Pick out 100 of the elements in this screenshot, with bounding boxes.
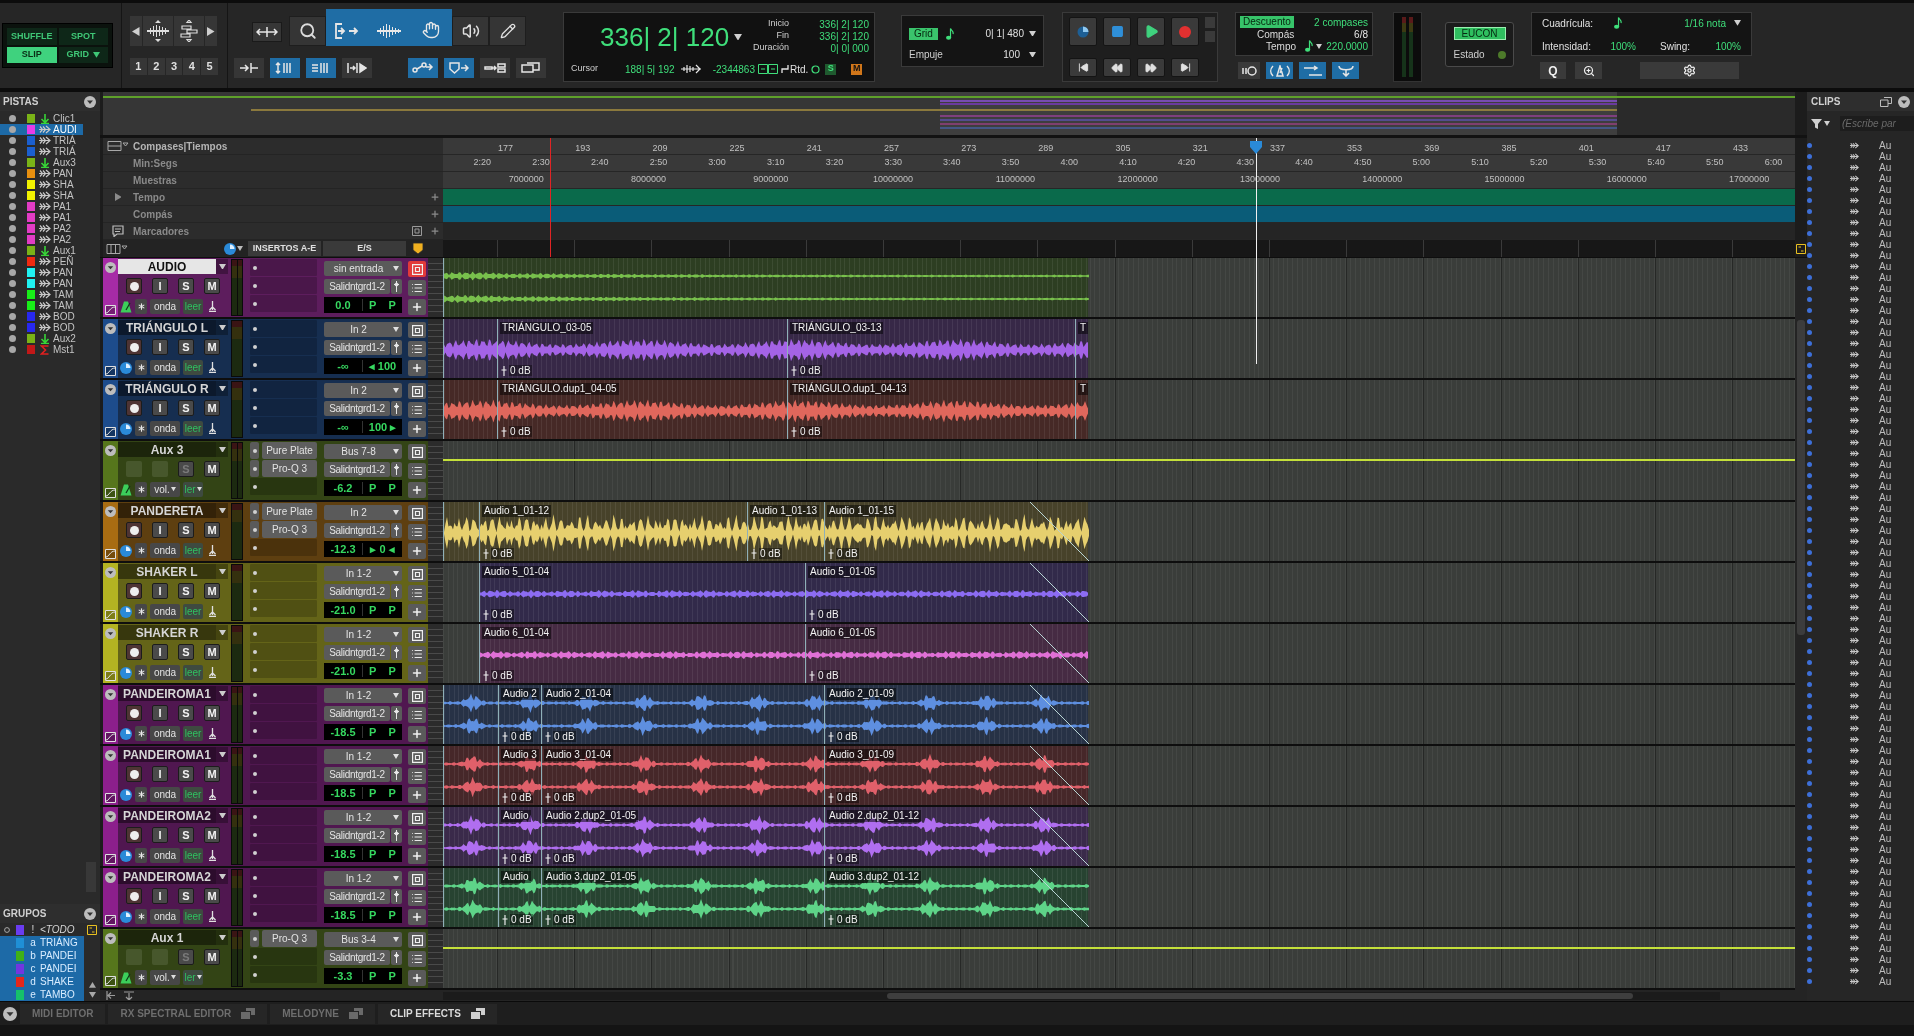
tempo-toggle-button[interactable] <box>1299 62 1326 79</box>
clip-region[interactable]: Audio 2_01-09 0 dB <box>824 685 1088 744</box>
pan-fader-button[interactable] <box>391 340 402 355</box>
return-to-start-button[interactable] <box>1069 58 1097 77</box>
track-menu-button[interactable] <box>216 503 228 518</box>
track-toggle-button[interactable]: M <box>204 400 220 416</box>
input-selector[interactable]: In 1-2 <box>324 566 402 581</box>
view-selector[interactable]: onda <box>150 543 180 558</box>
insert-bypass-button[interactable] <box>250 442 259 459</box>
fast-forward-button[interactable] <box>1137 58 1165 77</box>
dropdown-circle-icon[interactable] <box>105 933 116 944</box>
automation-mode-button[interactable]: leer <box>183 665 203 680</box>
track-list-item[interactable]: PAN <box>0 168 83 179</box>
clip-fragment[interactable] <box>443 746 498 805</box>
view-selector[interactable]: onda <box>150 360 180 375</box>
play-button[interactable] <box>1137 17 1165 46</box>
clip-list-item[interactable]: Au <box>1807 503 1914 514</box>
dropdown-circle-icon[interactable] <box>105 323 116 334</box>
insert-button[interactable]: Pro-Q 3 <box>262 460 317 477</box>
rewind-button[interactable] <box>1103 58 1131 77</box>
tool-button[interactable] <box>489 16 526 46</box>
clip-list-item[interactable]: Au <box>1807 404 1914 415</box>
go-to-end-button[interactable] <box>1171 58 1199 77</box>
clip-fragment[interactable] <box>443 807 498 866</box>
input-status-button[interactable] <box>408 322 426 338</box>
clip-list-item[interactable]: Au <box>1807 514 1914 525</box>
output-selector[interactable]: Salidntgrd1-2 <box>324 645 390 660</box>
input-selector[interactable]: In 1-2 <box>324 627 402 642</box>
track-toggle-button[interactable]: I <box>152 888 168 904</box>
clip-list-item[interactable]: Au <box>1807 239 1914 250</box>
clip-region[interactable]: Audio 3_01-09 0 dB <box>824 746 1088 805</box>
track-toggle-button[interactable]: S <box>178 522 194 538</box>
clip-list-item[interactable]: Au <box>1807 624 1914 635</box>
input-selector[interactable]: In 1-2 <box>324 688 402 703</box>
dropdown-circle-icon[interactable] <box>1898 95 1910 108</box>
record-arm-button[interactable] <box>126 278 142 294</box>
clip-region[interactable]: Audio 3.dup2_01-12 0 dB <box>824 868 1088 927</box>
clip-list-item[interactable]: Au <box>1807 976 1914 987</box>
track-list-item[interactable]: PEÑ <box>0 256 83 267</box>
dropdown-circle-icon[interactable] <box>84 95 96 108</box>
track-toggle-button[interactable]: M <box>204 705 220 721</box>
track-list-item[interactable]: TRIÁ <box>0 146 83 157</box>
track-menu-button[interactable] <box>216 930 228 945</box>
track-list-item[interactable]: Aux2 <box>0 333 83 344</box>
output-selector[interactable]: Salidntgrd1-2 <box>324 279 390 294</box>
pan-fader-button[interactable] <box>391 523 402 538</box>
insert-button[interactable]: Pro-Q 3 <box>262 930 317 947</box>
clip-list-item[interactable]: Au <box>1807 536 1914 547</box>
clip-list-item[interactable]: Au <box>1807 415 1914 426</box>
record-button[interactable] <box>1171 17 1199 46</box>
clip-list-item[interactable]: Au <box>1807 591 1914 602</box>
clip-region[interactable]: Audio 1_01-15 0 dB <box>824 502 1088 561</box>
add-button[interactable] <box>408 543 426 559</box>
io-column-header[interactable]: E/S <box>323 241 406 256</box>
clip-list-item[interactable]: Au <box>1807 305 1914 316</box>
clip-list-item[interactable]: Au <box>1807 756 1914 767</box>
clip-fragment[interactable] <box>443 380 497 439</box>
asterisk-button[interactable] <box>135 848 147 863</box>
midi-zoom-button[interactable] <box>174 16 204 46</box>
clip-list-item[interactable]: Au <box>1807 448 1914 459</box>
comments-button[interactable] <box>408 463 426 479</box>
move-tool-button[interactable] <box>252 22 282 42</box>
clip-fragment[interactable] <box>443 258 1088 317</box>
clip-list-item[interactable]: Au <box>1807 217 1914 228</box>
clip-region[interactable]: TRIÁNGULO_03-05 0 dB <box>497 319 787 378</box>
clip-list-item[interactable]: Au <box>1807 316 1914 327</box>
dropdown-circle-icon[interactable] <box>84 907 96 920</box>
clip-list-item[interactable]: Au <box>1807 888 1914 899</box>
track-toggle-button[interactable]: S <box>178 339 194 355</box>
dropdown-circle-icon[interactable] <box>105 567 116 578</box>
comments-button[interactable] <box>408 341 426 357</box>
group-list-item[interactable]: ! <TODO <box>0 923 84 936</box>
clip-region[interactable]: Audio 3.dup2_01-05 0 dB <box>541 868 824 927</box>
pan-fader-button[interactable] <box>391 950 402 965</box>
toggle-button[interactable] <box>234 58 264 78</box>
clip-list-item[interactable]: Au <box>1807 833 1914 844</box>
input-selector[interactable]: In 1-2 <box>324 749 402 764</box>
asterisk-button[interactable] <box>135 909 147 924</box>
view-selector[interactable]: onda <box>150 787 180 802</box>
clip-list-item[interactable]: Au <box>1807 789 1914 800</box>
track-toggle-button[interactable]: I <box>152 583 168 599</box>
group-list-item[interactable]: e TAMBO <box>0 988 84 1001</box>
clip-fragment[interactable] <box>443 319 497 378</box>
automation-mode-button[interactable]: ler <box>183 970 203 985</box>
automation-mode-button[interactable]: leer <box>183 726 203 741</box>
clip-region[interactable]: Audio 3 0 dB <box>498 746 541 805</box>
scroll-right-button[interactable] <box>205 16 217 46</box>
editor-tab[interactable]: CLIP EFFECTS <box>377 1003 497 1024</box>
clip-fragment[interactable] <box>443 502 479 561</box>
add-button[interactable] <box>408 665 426 681</box>
clip-list-item[interactable]: Au <box>1807 635 1914 646</box>
track-list-item[interactable]: PAN <box>0 267 83 278</box>
add-button[interactable] <box>408 787 426 803</box>
toggle-button[interactable] <box>480 58 510 78</box>
record-arm-button[interactable] <box>126 583 142 599</box>
track-name[interactable]: SHAKER R <box>118 625 216 640</box>
input-selector[interactable]: In 2 <box>324 383 402 398</box>
clip-list-item[interactable]: Au <box>1807 382 1914 393</box>
tool-button[interactable] <box>452 16 489 46</box>
input-selector[interactable]: sin entrada <box>324 261 402 276</box>
